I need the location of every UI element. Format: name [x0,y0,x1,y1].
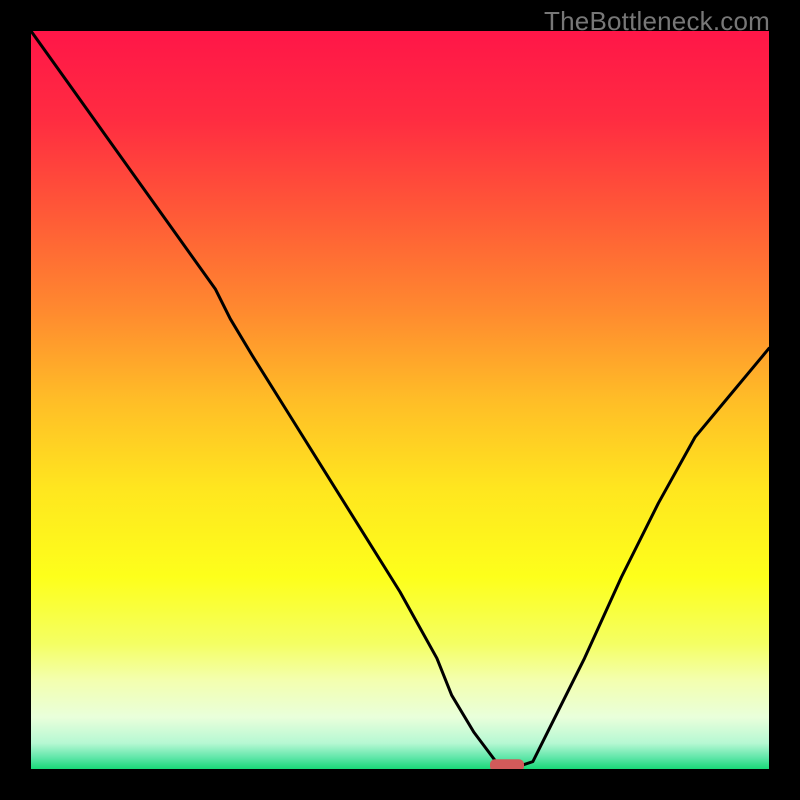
gradient-background [31,31,769,769]
chart-plot-area [31,31,769,769]
optimum-marker [490,759,524,769]
watermark-text: TheBottleneck.com [544,6,770,37]
bottleneck-chart [31,31,769,769]
chart-frame: TheBottleneck.com [0,0,800,800]
